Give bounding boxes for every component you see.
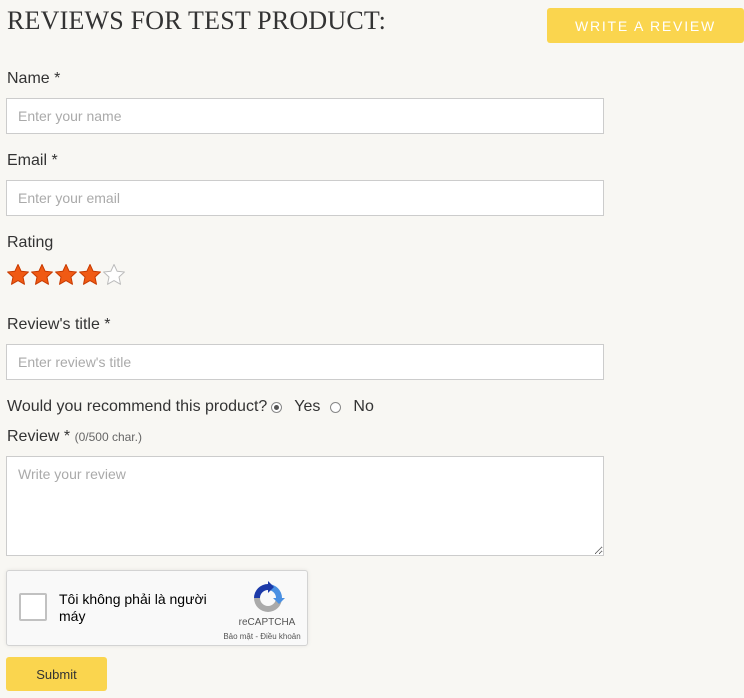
write-review-button[interactable]: WRITE A REVIEW bbox=[547, 8, 744, 43]
recommend-no-radio[interactable] bbox=[330, 401, 342, 413]
review-label: Review * bbox=[7, 428, 71, 445]
star-filled-icon[interactable] bbox=[6, 263, 30, 287]
review-title-label: Review's title * bbox=[7, 316, 111, 333]
recaptcha-logo-icon bbox=[254, 581, 285, 612]
star-empty-icon[interactable] bbox=[102, 263, 126, 287]
recommend-yes-radio[interactable] bbox=[271, 401, 283, 413]
recommend-question: Would you recommend this product? bbox=[7, 398, 268, 415]
star-filled-icon[interactable] bbox=[78, 263, 102, 287]
recommend-no-label[interactable]: No bbox=[353, 398, 373, 416]
star-filled-icon[interactable] bbox=[54, 263, 78, 287]
email-label: Email * bbox=[7, 152, 58, 169]
star-filled-icon[interactable] bbox=[30, 263, 54, 287]
review-textarea[interactable] bbox=[6, 456, 604, 556]
recaptcha-brand: reCAPTCHA bbox=[238, 617, 296, 628]
recaptcha-widget: Tôi không phải là người máy reCAPTCHA Bả… bbox=[6, 570, 308, 646]
name-label: Name * bbox=[7, 70, 61, 87]
page-title: REVIEWS FOR TEST PRODUCT: bbox=[7, 6, 387, 35]
recaptcha-label: Tôi không phải là người máy bbox=[59, 591, 207, 624]
submit-button[interactable]: Submit bbox=[6, 657, 107, 691]
char-count: (0/500 char.) bbox=[74, 430, 142, 444]
recommend-group: Would you recommend this product? Yes No bbox=[7, 398, 374, 416]
name-input[interactable] bbox=[6, 98, 604, 134]
recaptcha-checkbox[interactable] bbox=[19, 593, 47, 621]
recommend-yes-label[interactable]: Yes bbox=[294, 398, 320, 416]
rating-stars[interactable] bbox=[6, 263, 126, 287]
rating-label: Rating bbox=[7, 234, 54, 251]
recaptcha-links[interactable]: Bảo mật - Điều khoản bbox=[217, 632, 307, 641]
review-title-input[interactable] bbox=[6, 344, 604, 380]
email-input[interactable] bbox=[6, 180, 604, 216]
review-label-row: Review * (0/500 char.) bbox=[7, 428, 142, 446]
